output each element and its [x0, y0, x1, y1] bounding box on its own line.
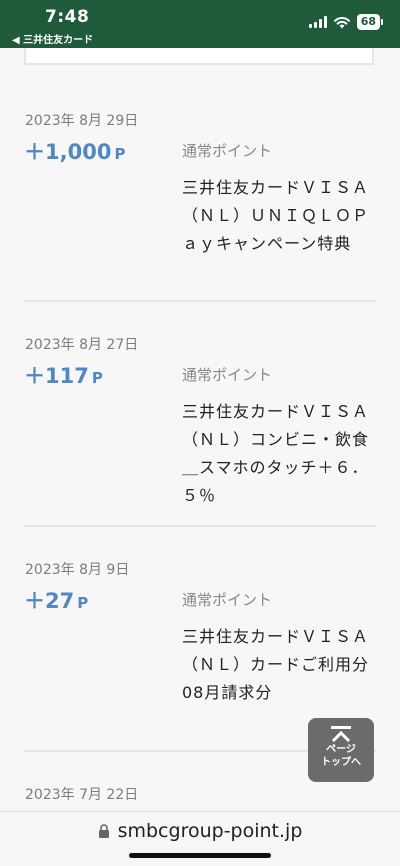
divider [24, 525, 376, 527]
entry-points: ＋117 P [24, 364, 103, 388]
wifi-icon [333, 16, 350, 28]
entry-date: 2023年 8月 9日 [25, 562, 130, 578]
entry-description: 三井住友カードＶＩＳＡ（ＮＬ）カードご利用分 08月請求分 [182, 627, 387, 702]
previous-section-box [24, 48, 374, 65]
entry-date: 2023年 7月 22日 [25, 787, 139, 803]
entry-point-type: 通常ポイント [182, 142, 273, 160]
status-icons: 68 [308, 14, 384, 30]
entry-points: ＋1,000 P [24, 140, 126, 164]
url-bar[interactable]: smbcgroup-point.jp [0, 811, 400, 866]
home-indicator [129, 853, 271, 858]
entry-description: 三井住友カードＶＩＳＡ（ＮＬ）コンビニ・飲食＿スマホのタッチ＋６．５％ [182, 402, 370, 505]
page-top-button[interactable]: ページ トップへ [308, 718, 374, 782]
divider [24, 300, 376, 302]
page-top-label-2: トップへ [321, 757, 361, 768]
lock-icon [98, 824, 109, 838]
points-history-list[interactable]: 2023年 8月 29日 ＋1,000 P 通常ポイント 三井住友カードＶＩＳＡ（… [0, 48, 400, 811]
entry-point-type: 通常ポイント [182, 366, 273, 384]
entry-date: 2023年 8月 27日 [25, 337, 139, 353]
back-to-app-link[interactable]: ◀ 三井住友カード [12, 31, 93, 46]
address-display[interactable]: smbcgroup-point.jp [0, 820, 400, 842]
status-bar: 7:48 ◀ 三井住友カード 68 [0, 0, 400, 48]
page-top-label-1: ページ [326, 744, 356, 755]
battery-icon: 68 [356, 14, 384, 30]
url-text: smbcgroup-point.jp [117, 820, 303, 842]
entry-point-type: 通常ポイント [182, 591, 273, 609]
entry-points: ＋27 P [24, 589, 89, 613]
entry-date: 2023年 8月 29日 [25, 113, 139, 129]
signal-icon [308, 16, 327, 28]
status-time: 7:48 [45, 7, 90, 27]
chevron-up-icon [331, 726, 351, 743]
entry-description: 三井住友カードＶＩＳＡ（ＮＬ）ＵＮＩＱＬＯＰａｙキャンペーン特典 [182, 178, 370, 253]
